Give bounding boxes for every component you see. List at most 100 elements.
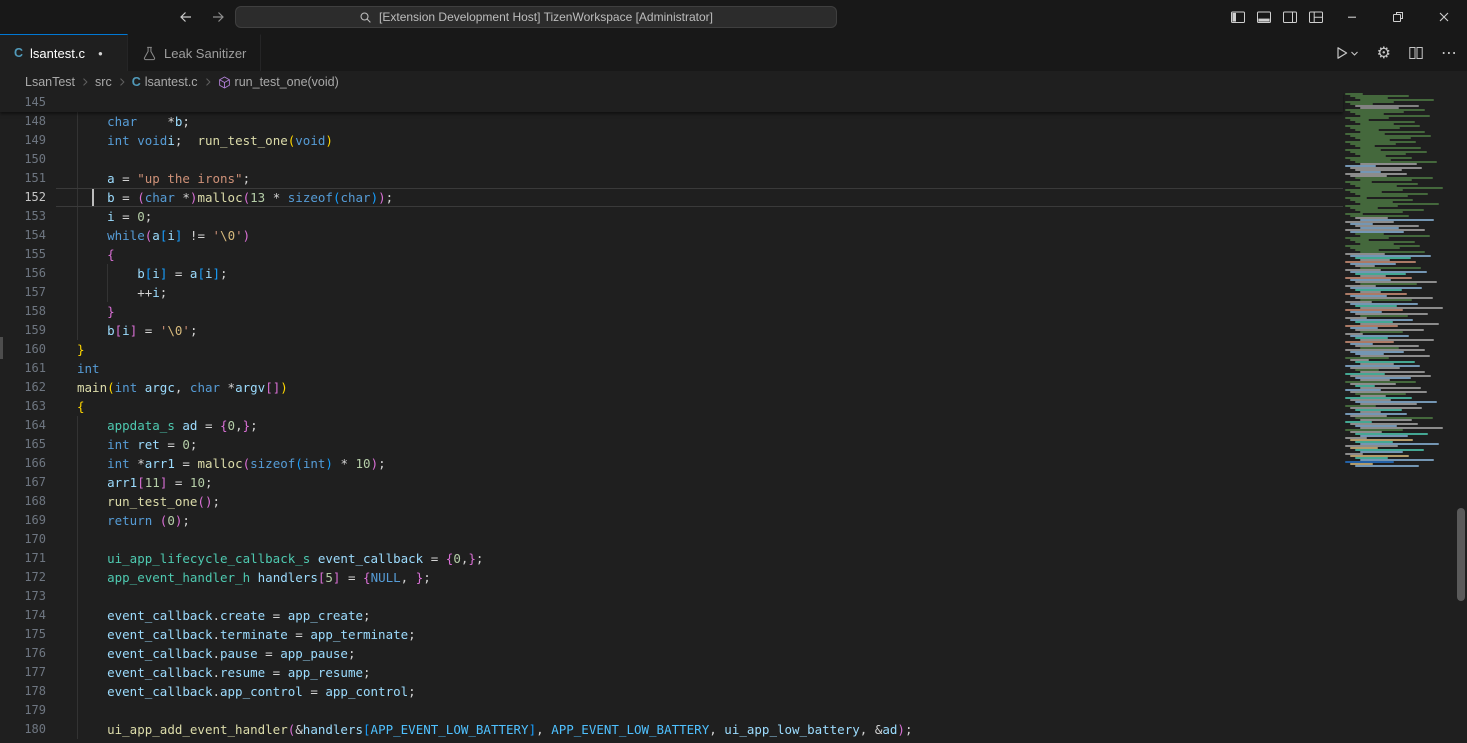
- token: app_control: [220, 684, 303, 699]
- line-number[interactable]: 174: [0, 606, 46, 625]
- code-line[interactable]: 170: [0, 530, 1343, 549]
- restore-button[interactable]: [1375, 0, 1421, 34]
- code-line[interactable]: 151 a = "up the irons";: [0, 169, 1343, 188]
- code-line[interactable]: 166 int *arr1 = malloc(sizeof(int) * 10)…: [0, 454, 1343, 473]
- run-or-debug-button[interactable]: [1332, 43, 1362, 63]
- forward-button[interactable]: [208, 7, 228, 27]
- tab-lsantest-c[interactable]: C lsantest.c ●: [0, 34, 128, 71]
- code-line[interactable]: 161int: [0, 359, 1343, 378]
- toggle-panel-button[interactable]: [1251, 0, 1277, 34]
- line-number[interactable]: 175: [0, 625, 46, 644]
- code-line[interactable]: 175 event_callback.terminate = app_termi…: [0, 625, 1343, 644]
- code-line[interactable]: 154 while(a[i] != '\0'): [0, 226, 1343, 245]
- code-line[interactable]: 176 event_callback.pause = app_pause;: [0, 644, 1343, 663]
- line-number[interactable]: 178: [0, 682, 46, 701]
- line-number[interactable]: 158: [0, 302, 46, 321]
- split-editor-button[interactable]: [1406, 43, 1426, 63]
- close-window-button[interactable]: [1421, 0, 1467, 34]
- line-number[interactable]: 164: [0, 416, 46, 435]
- minimize-button[interactable]: [1329, 0, 1375, 34]
- line-number[interactable]: 152: [0, 188, 46, 207]
- line-number[interactable]: 161: [0, 359, 46, 378]
- code-line[interactable]: 162main(int argc, char *argv[]): [0, 378, 1343, 397]
- line-number[interactable]: 165: [0, 435, 46, 454]
- vertical-scrollbar[interactable]: [1455, 93, 1467, 743]
- code-line[interactable]: 150: [0, 150, 1343, 169]
- code-line[interactable]: 167 arr1[11] = 10;: [0, 473, 1343, 492]
- token: ;: [243, 171, 251, 186]
- code-line[interactable]: 157 ++i;: [0, 283, 1343, 302]
- line-number[interactable]: 163: [0, 397, 46, 416]
- code-line[interactable]: 179: [0, 701, 1343, 720]
- run-icon: [1334, 45, 1360, 61]
- code-line[interactable]: 158 }: [0, 302, 1343, 321]
- line-number[interactable]: 153: [0, 207, 46, 226]
- token: ;: [476, 551, 484, 566]
- code-line[interactable]: 173: [0, 587, 1343, 606]
- code-line[interactable]: 169 return (0);: [0, 511, 1343, 530]
- breadcrumb-item-file[interactable]: C lsantest.c: [132, 75, 198, 89]
- token: &: [295, 722, 303, 737]
- line-number[interactable]: 173: [0, 587, 46, 606]
- line-number[interactable]: 155: [0, 245, 46, 264]
- code-text: }: [77, 304, 115, 319]
- line-number[interactable]: 159: [0, 321, 46, 340]
- breadcrumb-item-workspace[interactable]: LsanTest: [25, 75, 75, 89]
- code-text: event_callback.create = app_create;: [77, 608, 371, 623]
- minimap[interactable]: [1343, 93, 1454, 743]
- breadcrumb-item-symbol[interactable]: run_test_one(void): [218, 75, 339, 89]
- line-number[interactable]: 150: [0, 150, 46, 169]
- line-number[interactable]: 162: [0, 378, 46, 397]
- customize-layout-button[interactable]: [1303, 0, 1329, 34]
- code-line[interactable]: 152 b = (char *)malloc(13 * sizeof(char)…: [0, 188, 1343, 207]
- code-line[interactable]: 163{: [0, 397, 1343, 416]
- code-line[interactable]: 155 {: [0, 245, 1343, 264]
- modified-dot-icon[interactable]: ●: [98, 49, 103, 58]
- code-line[interactable]: 148 char *b;: [0, 112, 1343, 131]
- sticky-scroll-line[interactable]: 145 void run_test_one(void): [0, 93, 1343, 112]
- line-number[interactable]: 166: [0, 454, 46, 473]
- line-number[interactable]: 176: [0, 644, 46, 663]
- code-line[interactable]: 168 run_test_one();: [0, 492, 1343, 511]
- left-edge-marker: [0, 337, 3, 359]
- code-line[interactable]: 172 app_event_handler_h handlers[5] = {N…: [0, 568, 1343, 587]
- line-number[interactable]: 167: [0, 473, 46, 492]
- line-number[interactable]: 151: [0, 169, 46, 188]
- tab-leak-sanitizer[interactable]: Leak Sanitizer: [128, 34, 261, 71]
- code-line[interactable]: 159 b[i] = '\0';: [0, 321, 1343, 340]
- line-number[interactable]: 169: [0, 511, 46, 530]
- line-number[interactable]: 170: [0, 530, 46, 549]
- code-line[interactable]: 156 b[i] = a[i];: [0, 264, 1343, 283]
- line-number[interactable]: 157: [0, 283, 46, 302]
- code-line[interactable]: 178 event_callback.app_control = app_con…: [0, 682, 1343, 701]
- code-line[interactable]: 177 event_callback.resume = app_resume;: [0, 663, 1343, 682]
- line-number[interactable]: 168: [0, 492, 46, 511]
- code-line[interactable]: 160}: [0, 340, 1343, 359]
- line-number[interactable]: 179: [0, 701, 46, 720]
- back-button[interactable]: [176, 7, 196, 27]
- code-line[interactable]: 165 int ret = 0;: [0, 435, 1343, 454]
- line-number[interactable]: 177: [0, 663, 46, 682]
- code-line[interactable]: 153 i = 0;: [0, 207, 1343, 226]
- line-number[interactable]: 160: [0, 340, 46, 359]
- line-number[interactable]: 149: [0, 131, 46, 150]
- breadcrumb-item-folder[interactable]: src: [95, 75, 112, 89]
- token: i: [152, 266, 160, 281]
- settings-gear-button[interactable]: ⚙: [1375, 43, 1393, 63]
- command-center-search[interactable]: [Extension Development Host] TizenWorksp…: [235, 6, 837, 28]
- token: malloc: [197, 190, 242, 205]
- more-actions-button[interactable]: ⋯: [1439, 43, 1459, 63]
- line-number[interactable]: 180: [0, 720, 46, 739]
- scrollbar-slider[interactable]: [1457, 508, 1465, 601]
- line-number[interactable]: 172: [0, 568, 46, 587]
- code-line[interactable]: 180 ui_app_add_event_handler(&handlers[A…: [0, 720, 1343, 739]
- line-number[interactable]: 148: [0, 112, 46, 131]
- toggle-secondary-sidebar-button[interactable]: [1277, 0, 1303, 34]
- line-number[interactable]: 171: [0, 549, 46, 568]
- code-line[interactable]: 174 event_callback.create = app_create;: [0, 606, 1343, 625]
- line-number[interactable]: 154: [0, 226, 46, 245]
- code-line[interactable]: 164 appdata_s ad = {0,};: [0, 416, 1343, 435]
- code-line[interactable]: 171 ui_app_lifecycle_callback_s event_ca…: [0, 549, 1343, 568]
- toggle-primary-sidebar-button[interactable]: [1225, 0, 1251, 34]
- line-number[interactable]: 156: [0, 264, 46, 283]
